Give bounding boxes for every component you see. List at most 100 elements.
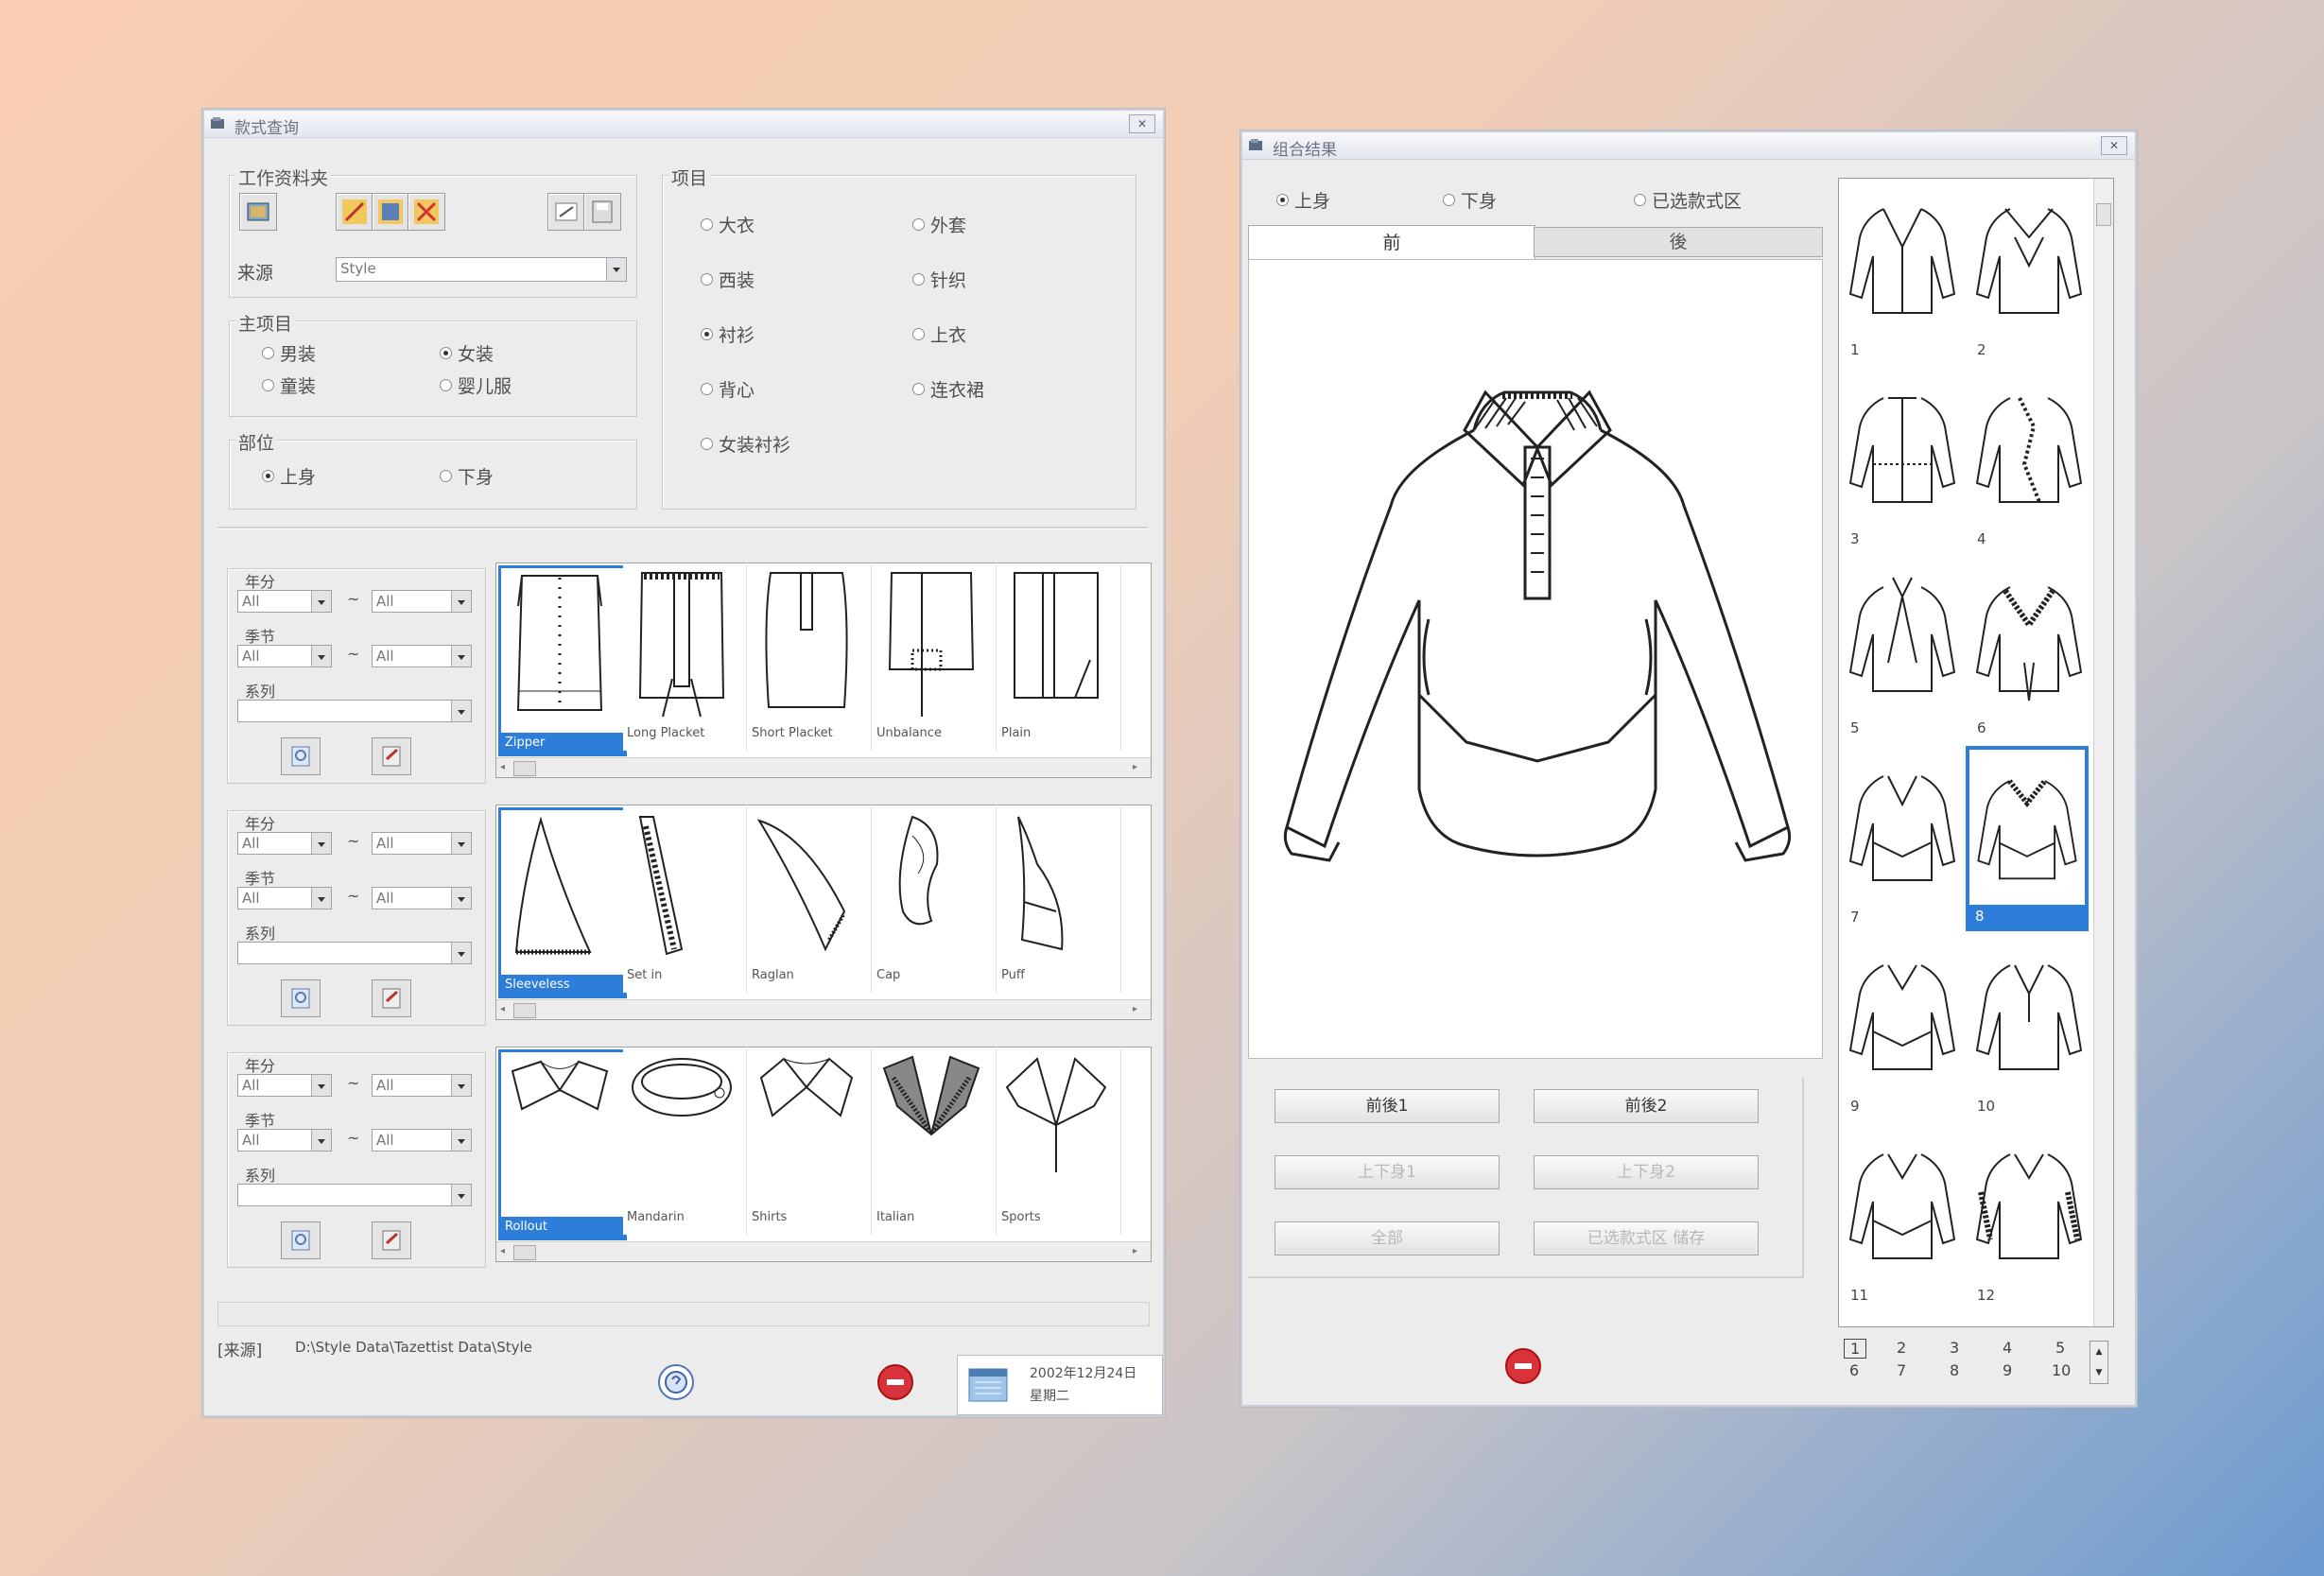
radio-vest[interactable]: 背心 (701, 376, 754, 402)
gallery-item[interactable]: 11 (1841, 1126, 1964, 1311)
close-button[interactable]: ✕ (1129, 114, 1155, 133)
radio-coat[interactable]: 大衣 (701, 212, 754, 237)
exit-button[interactable] (877, 1364, 913, 1400)
page-7[interactable]: 7 (1897, 1361, 1906, 1379)
close-button[interactable]: ✕ (2101, 136, 2127, 155)
gallery-item[interactable]: 5 (1841, 559, 1964, 744)
page-3[interactable]: 3 (1950, 1339, 1959, 1357)
page-4[interactable]: 4 (2003, 1339, 2012, 1357)
style-tile[interactable]: Plain (997, 565, 1121, 751)
season-from-combo[interactable]: All (237, 1129, 332, 1152)
help-button[interactable] (658, 1364, 694, 1400)
radio-lower[interactable]: 下身 (440, 463, 494, 489)
year-from-combo[interactable]: All (237, 590, 332, 613)
page-8[interactable]: 8 (1950, 1361, 1959, 1379)
search-button[interactable] (281, 1221, 321, 1259)
upper-lower-1-button[interactable]: 上下身1 (1275, 1155, 1500, 1189)
gallery-item[interactable]: 4 (1968, 370, 2090, 555)
chevron-down-icon[interactable] (451, 943, 471, 963)
chevron-down-icon[interactable] (311, 888, 331, 909)
horizontal-scrollbar[interactable]: ◂ ▸ (496, 1241, 1151, 1261)
radio-top[interactable]: 上衣 (912, 321, 966, 347)
search-button[interactable] (281, 979, 321, 1017)
radio-jacket[interactable]: 外套 (912, 212, 966, 237)
tool-button-4[interactable] (547, 193, 585, 231)
horizontal-scrollbar[interactable]: ◂ ▸ (496, 999, 1151, 1019)
chevron-down-icon[interactable] (451, 888, 471, 909)
all-button[interactable]: 全部 (1275, 1221, 1500, 1256)
year-to-combo[interactable]: All (372, 1074, 472, 1097)
chevron-down-icon[interactable] (311, 591, 331, 612)
tab-front[interactable]: 前 (1248, 225, 1535, 260)
radio-selected-area[interactable]: 已选款式区 (1634, 187, 1742, 213)
gallery-item[interactable]: 2 (1968, 181, 2090, 366)
season-from-combo[interactable]: All (237, 887, 332, 909)
page-2[interactable]: 2 (1897, 1339, 1906, 1357)
chevron-down-icon[interactable] (311, 1130, 331, 1151)
style-tile[interactable]: Cap (873, 807, 997, 993)
gallery-item[interactable]: 10 (1968, 937, 2090, 1122)
gallery-item[interactable]: 1 (1841, 181, 1964, 366)
front-back-1-button[interactable]: 前後1 (1275, 1089, 1500, 1123)
year-from-combo[interactable]: All (237, 1074, 332, 1097)
gallery-item[interactable]: 9 (1841, 937, 1964, 1122)
season-to-combo[interactable]: All (372, 887, 472, 909)
page-9[interactable]: 9 (2003, 1361, 2012, 1379)
series-combo[interactable] (237, 700, 472, 722)
chevron-down-icon[interactable] (451, 1075, 471, 1096)
tool-button-1[interactable] (336, 193, 373, 231)
search-button[interactable] (281, 737, 321, 775)
save-selected-button[interactable]: 已选款式区 储存 (1534, 1221, 1759, 1256)
front-back-2-button[interactable]: 前後2 (1534, 1089, 1759, 1123)
scroll-thumb[interactable] (513, 1003, 536, 1018)
chevron-down-icon[interactable] (451, 701, 471, 721)
page-10[interactable]: 10 (2052, 1361, 2071, 1379)
page-1[interactable]: 1 (1844, 1339, 1867, 1359)
tool-button-2[interactable] (372, 193, 409, 231)
vertical-scrollbar[interactable] (2093, 179, 2113, 1326)
radio-dress[interactable]: 连衣裙 (912, 376, 984, 402)
gallery-item[interactable]: 7 (1841, 748, 1964, 933)
season-to-combo[interactable]: All (372, 1129, 472, 1152)
scroll-thumb[interactable] (2096, 203, 2111, 226)
radio-upper[interactable]: 上身 (262, 463, 316, 489)
radio-blouse[interactable]: 女装衬衫 (701, 431, 790, 457)
tool-button-5[interactable] (583, 193, 621, 231)
style-tile[interactable]: Unbalance (873, 565, 997, 751)
chevron-down-icon[interactable] (451, 591, 471, 612)
radio-kidswear[interactable]: 童装 (262, 372, 316, 398)
chevron-down-icon[interactable] (606, 258, 626, 281)
chevron-down-icon[interactable] (451, 833, 471, 854)
year-to-combo[interactable]: All (372, 590, 472, 613)
gallery-item[interactable]: 6 (1968, 559, 2090, 744)
chevron-down-icon[interactable] (451, 646, 471, 667)
horizontal-scrollbar[interactable]: ◂ ▸ (496, 757, 1151, 777)
style-tile[interactable]: Short Placket (748, 565, 872, 751)
radio-babywear[interactable]: 婴儿服 (440, 372, 512, 398)
style-tile[interactable]: Mandarin (623, 1049, 747, 1235)
tab-back[interactable]: 後 (1534, 227, 1823, 257)
style-tile[interactable]: Long Placket (623, 565, 747, 751)
radio-knit[interactable]: 针织 (912, 267, 966, 292)
style-tile[interactable]: Raglan (748, 807, 872, 993)
radio-shirt[interactable]: 衬衫 (701, 321, 754, 347)
open-folder-button[interactable] (239, 193, 277, 231)
radio-suit[interactable]: 西装 (701, 267, 754, 292)
chevron-down-icon[interactable] (311, 646, 331, 667)
style-tile[interactable]: Rollout (498, 1049, 627, 1240)
gallery-item[interactable]: 12 (1968, 1126, 2090, 1311)
radio-lower-body[interactable]: 下身 (1443, 187, 1497, 213)
radio-upper-body[interactable]: 上身 (1276, 187, 1330, 213)
page-spinner[interactable]: ▲ ▼ (2090, 1341, 2108, 1384)
series-combo[interactable] (237, 1184, 472, 1206)
upper-lower-2-button[interactable]: 上下身2 (1534, 1155, 1759, 1189)
chevron-down-icon[interactable] (311, 833, 331, 854)
style-tile[interactable]: Sleeveless (498, 807, 627, 998)
chevron-down-icon[interactable] (451, 1185, 471, 1205)
gallery-item-selected[interactable]: 8 (1966, 746, 2089, 931)
tool-button-3[interactable] (408, 193, 445, 231)
style-tile[interactable]: Shirts (748, 1049, 872, 1235)
gallery-item[interactable]: 3 (1841, 370, 1964, 555)
apply-button[interactable] (372, 1221, 411, 1259)
style-tile[interactable]: Set in (623, 807, 747, 993)
